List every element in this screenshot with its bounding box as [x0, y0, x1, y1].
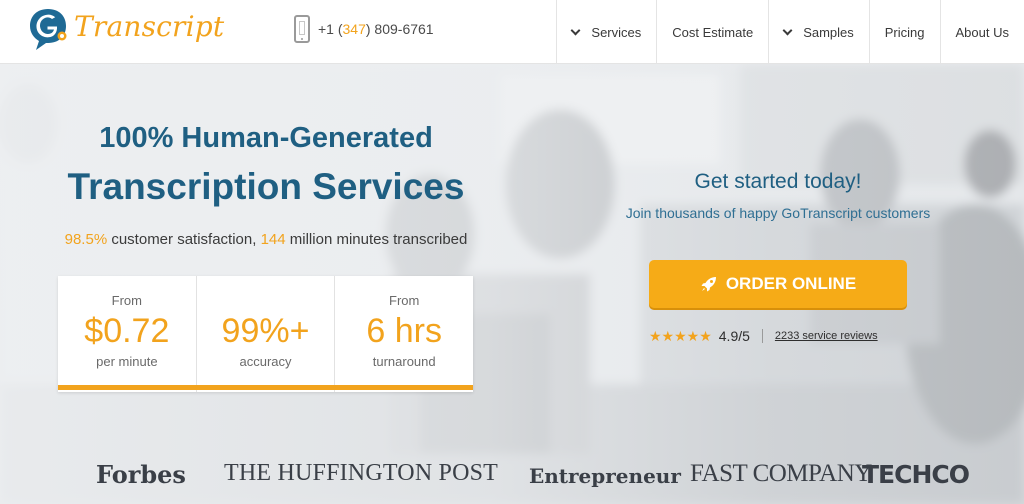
go-logo-icon [30, 9, 67, 50]
rocket-icon [701, 277, 716, 292]
nav-cost-estimate-label: Cost Estimate [672, 24, 754, 40]
star-icon: ★★★★★ [649, 327, 712, 344]
nav-pricing-label: Pricing [884, 24, 925, 40]
turnaround-card-value: 6 hrs [366, 312, 442, 350]
cards-accent-bar [58, 385, 473, 390]
nav-services[interactable]: Services [556, 0, 656, 64]
phone-icon [294, 15, 310, 43]
turnaround-card: From 6 hrs turnaround [335, 276, 473, 392]
nav-cost-estimate[interactable]: Cost Estimate [656, 0, 768, 64]
minutes-text: million minutes transcribed [285, 231, 468, 248]
chevron-down-icon [570, 25, 581, 35]
huffington-post-logo: THE HUFFINGTON POST [224, 460, 499, 486]
phone-suffix: ) 809-6761 [365, 21, 434, 37]
phone-number[interactable]: +1 (347) 809-6761 [294, 14, 434, 44]
techco-logo: TECHCO [862, 460, 970, 489]
logo-wordmark: Transcript [74, 10, 225, 43]
service-reviews-link[interactable]: 2233 service reviews [775, 330, 878, 342]
nav-samples[interactable]: Samples [768, 0, 869, 64]
order-online-label: ORDER ONLINE [725, 274, 857, 293]
nav-about-us-label: About Us [955, 24, 1009, 40]
accuracy-card-sub: accuracy [239, 354, 292, 369]
hero-headline-line2: Transcription Services [67, 166, 465, 207]
nav-about-us[interactable]: About Us [939, 0, 1024, 64]
turnaround-card-from: From [389, 293, 420, 308]
price-card-from: From [111, 293, 142, 308]
accuracy-card: 99%+ accuracy [197, 276, 336, 392]
main-nav: Services Cost Estimate Samples Pricing A… [556, 0, 1024, 64]
chevron-down-icon [782, 25, 793, 35]
hero-section: 100% Human-Generated Transcription Servi… [0, 64, 1024, 504]
turnaround-card-sub: turnaround [372, 354, 436, 369]
site-header: Transcript +1 (347) 809-6761 Services Co… [0, 0, 1024, 64]
nav-pricing[interactable]: Pricing [868, 0, 940, 64]
nav-samples-label: Samples [803, 24, 854, 40]
phone-text: +1 (347) 809-6761 [318, 21, 434, 37]
hero-stats-line: 98.5% customer satisfaction, 144 million… [0, 231, 532, 248]
satisfaction-value: 98.5% [64, 231, 108, 248]
rating-row: ★★★★★ 4.9/5 2233 service reviews [649, 327, 878, 345]
cta-title: Get started today! [694, 170, 862, 193]
entrepreneur-logo: Entrepreneur [529, 464, 681, 488]
satisfaction-text: customer satisfaction, [107, 231, 261, 248]
nav-services-label: Services [591, 24, 642, 40]
minutes-value: 144 [260, 231, 286, 248]
feature-cards: From $0.72 per minute 99%+ accuracy From… [58, 276, 473, 392]
rating-divider [761, 329, 763, 343]
phone-prefix: +1 ( [318, 21, 343, 37]
phone-area-code: 347 [342, 21, 366, 37]
cta-subtitle: Join thousands of happy GoTranscript cus… [625, 205, 931, 221]
price-card: From $0.72 per minute [58, 276, 197, 392]
rating-score: 4.9/5 [718, 328, 750, 344]
hero-headline-line1: 100% Human-Generated [99, 122, 433, 154]
fast-company-logo: FAST COMPANY [690, 460, 872, 487]
accuracy-card-value: 99%+ [221, 312, 310, 350]
order-online-button[interactable]: ORDER ONLINE [649, 260, 907, 308]
press-logos: Forbes THE HUFFINGTON POST Entrepreneur … [0, 458, 1024, 494]
price-card-sub: per minute [96, 354, 158, 369]
forbes-logo: Forbes [96, 460, 186, 489]
price-card-value: $0.72 [84, 312, 170, 350]
